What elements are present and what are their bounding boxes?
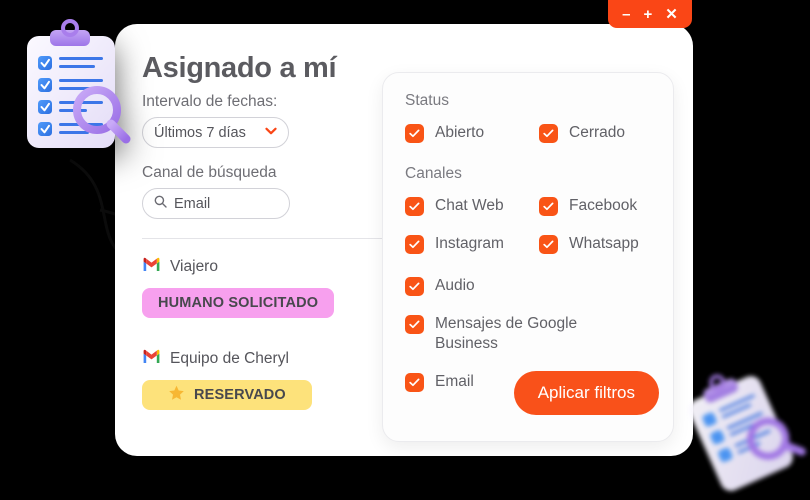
channels-group-title: Canales [405,165,462,182]
checkbox-row-instagram[interactable]: Instagram [405,234,539,254]
checkbox-label: Cerrado [569,124,625,141]
date-range-value: Últimos 7 días [154,124,246,141]
checkbox-label: Mensajes de Google Business [435,315,578,352]
minimize-button[interactable]: – [622,7,630,22]
checkbox-checked-icon[interactable] [405,277,424,296]
checkbox-label: Email [435,372,474,390]
search-channel-label: Canal de búsqueda [142,164,277,181]
close-button[interactable]: ✕ [665,7,678,22]
account-name: Equipo de Cheryl [170,350,289,367]
page-title: Asignado a mí [142,52,337,84]
checkbox-row-google-business[interactable]: Mensajes de Google Business [405,314,651,354]
checkbox-checked-icon[interactable] [539,235,558,254]
checkbox-row-audio[interactable]: Audio [405,276,651,296]
checkbox-label: Facebook [569,197,638,214]
checkbox-row-abierto[interactable]: Abierto [405,123,539,143]
date-range-label: Intervalo de fechas: [142,93,278,110]
gmail-icon [142,349,161,369]
checkbox-row-facebook[interactable]: Facebook [539,196,651,216]
apply-filters-button[interactable]: Aplicar filtros [513,371,659,415]
date-range-select[interactable]: Últimos 7 días [142,117,289,148]
section-divider [142,238,394,239]
search-channel-input[interactable]: Email [142,188,290,219]
status-badge-label: HUMANO SOLICITADO [158,295,319,311]
gmail-icon [142,257,161,277]
status-group-title: Status [405,92,449,109]
status-badge: HUMANO SOLICITADO [142,288,335,318]
account-header: Viajero [142,257,392,277]
account-name: Viajero [170,258,218,275]
checkbox-checked-icon[interactable] [405,235,424,254]
checkbox-row-whatsapp[interactable]: Whatsapp [539,234,651,254]
left-column: Asignado a mí Intervalo de fechas: Últim… [142,52,402,219]
account-row: Viajero HUMANO SOLICITADO [142,257,392,318]
checkbox-row-cerrado[interactable]: Cerrado [539,123,651,143]
checkbox-label: Audio [435,277,475,294]
status-badge: RESERVADO [142,380,312,410]
search-channel-value: Email [174,195,211,212]
checkbox-checked-icon[interactable] [539,124,558,143]
status-options-grid: Abierto Cerrado [405,123,651,143]
checkbox-label: Chat Web [435,197,504,214]
checkbox-label: Instagram [435,235,504,252]
filter-panel: Status Abierto Cerrado Canales Chat Web … [382,72,674,442]
account-row: Equipo de Cheryl RESERVADO [142,349,392,410]
star-icon [168,385,185,405]
channels-options-grid: Chat Web Facebook Instagram Whatsapp [405,196,651,254]
checkbox-checked-icon[interactable] [539,197,558,216]
checkbox-checked-icon[interactable] [405,372,424,392]
checkbox-label: Abierto [435,124,485,141]
account-header: Equipo de Cheryl [142,349,392,369]
clipboard-magnifier-illustration [27,19,131,148]
window-controls-bar: – + ✕ [608,0,692,28]
status-badge-label: RESERVADO [194,387,286,403]
chevron-down-icon [265,127,277,138]
search-icon [154,195,167,212]
checkbox-row-chat-web[interactable]: Chat Web [405,196,539,216]
checkbox-checked-icon[interactable] [405,197,424,216]
screen-root: – + ✕ Asignado a mí Intervalo de fechas:… [0,0,810,500]
checkbox-checked-icon[interactable] [405,124,424,143]
checkbox-label: Whatsapp [569,235,639,252]
checkbox-checked-icon[interactable] [405,315,424,334]
maximize-button[interactable]: + [644,7,653,22]
